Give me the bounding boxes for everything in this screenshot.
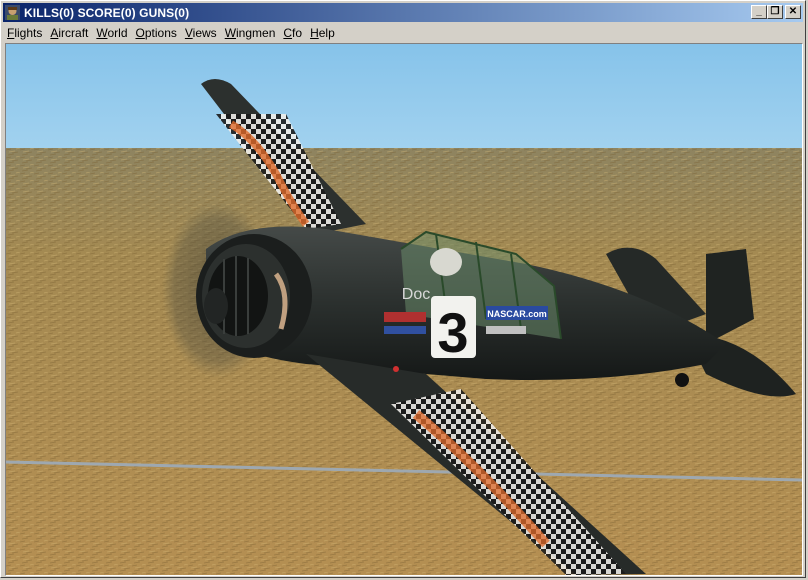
title-bar[interactable]: KILLS(0) SCORE(0) GUNS(0) _ ❐ ✕ — [3, 3, 803, 22]
engine-cowling — [196, 234, 312, 358]
window-controls: _ ❐ ✕ — [751, 5, 801, 19]
menu-bar: Flights Aircraft World Options Views Win… — [3, 23, 803, 42]
fuselage-number: 3 — [437, 301, 468, 364]
menu-world[interactable]: World — [92, 26, 131, 40]
fuselage-text: Doc — [402, 286, 430, 303]
minimize-icon: _ — [756, 6, 762, 17]
close-icon: ✕ — [788, 6, 798, 17]
menu-aircraft[interactable]: Aircraft — [46, 26, 92, 40]
sky — [6, 44, 802, 150]
scene-render: 3 Doc NASCAR.com — [6, 44, 802, 575]
menu-views[interactable]: Views — [181, 26, 221, 40]
flight-viewport[interactable]: 3 Doc NASCAR.com — [5, 43, 803, 576]
restore-button[interactable]: ❐ — [767, 5, 783, 19]
menu-options[interactable]: Options — [132, 26, 181, 40]
minimize-button[interactable]: _ — [751, 5, 767, 19]
menu-wingmen[interactable]: Wingmen — [221, 26, 280, 40]
restore-icon: ❐ — [770, 6, 780, 17]
window-title: KILLS(0) SCORE(0) GUNS(0) — [24, 5, 190, 20]
pilot-icon — [5, 5, 20, 20]
menu-cfo[interactable]: Cfo — [279, 26, 306, 40]
menu-flights[interactable]: Flights — [3, 26, 46, 40]
decal-text: NASCAR.com — [487, 309, 547, 319]
game-window: KILLS(0) SCORE(0) GUNS(0) _ ❐ ✕ Flights … — [0, 0, 806, 578]
menu-help[interactable]: Help — [306, 26, 339, 40]
close-button[interactable]: ✕ — [785, 5, 801, 19]
